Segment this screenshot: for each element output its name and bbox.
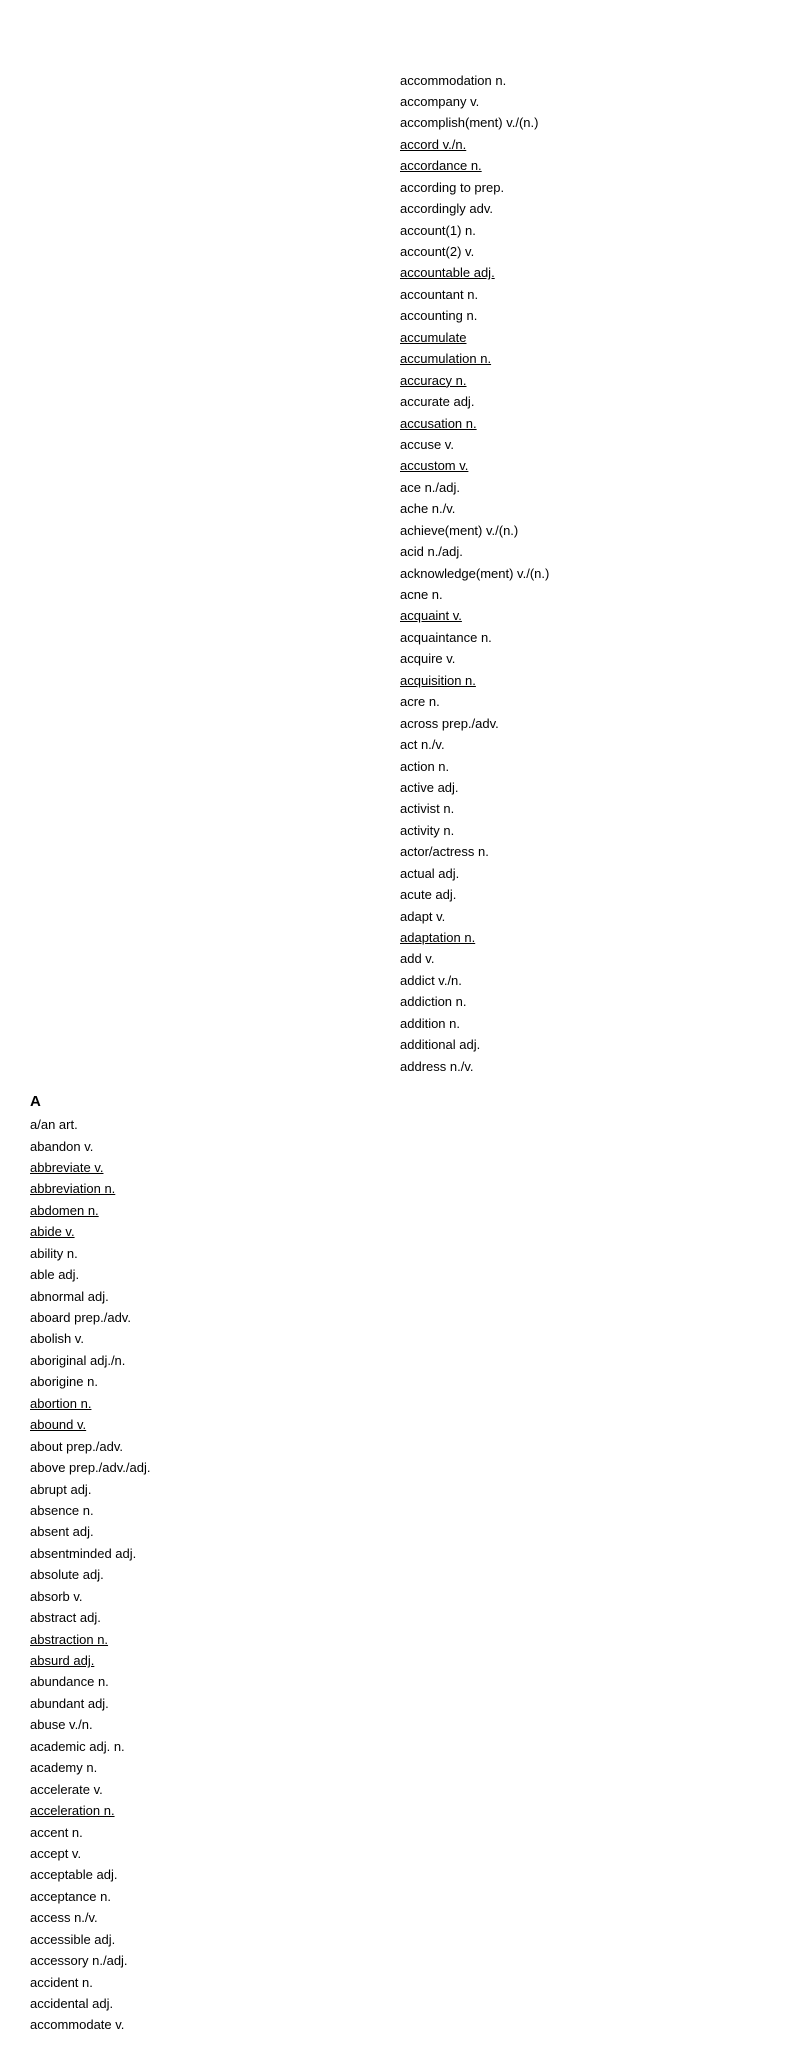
word-entry: abundance n. <box>30 1671 400 1692</box>
word-entry: acceleration n. <box>30 1800 400 1821</box>
word-entry: according to prep. <box>400 177 761 198</box>
word-entry: account(2) v. <box>400 241 761 262</box>
word-entry: accounting n. <box>400 305 761 326</box>
word-entry: acquire v. <box>400 648 761 669</box>
word-entry: accomplish(ment) v./(n.) <box>400 112 761 133</box>
word-entry: aborigine n. <box>30 1371 400 1392</box>
section-letter-a: A <box>30 1093 400 1110</box>
word-entry: aboriginal adj./n. <box>30 1350 400 1371</box>
word-entry: abbreviation n. <box>30 1178 400 1199</box>
word-entry: actor/actress n. <box>400 841 761 862</box>
word-entry: accusation n. <box>400 413 761 434</box>
word-entry: about prep./adv. <box>30 1436 400 1457</box>
left-words-list: a/an art.abandon v.abbreviate v.abbrevia… <box>30 1114 400 2036</box>
word-entry: abdomen n. <box>30 1200 400 1221</box>
description <box>30 34 710 54</box>
word-entry: achieve(ment) v./(n.) <box>400 520 761 541</box>
word-entry: accumulate <box>400 327 761 348</box>
word-entry: abandon v. <box>30 1136 400 1157</box>
word-entry: abnormal adj. <box>30 1286 400 1307</box>
word-entry: additional adj. <box>400 1034 761 1055</box>
word-entry: acknowledge(ment) v./(n.) <box>400 563 761 584</box>
word-entry: add v. <box>400 948 761 969</box>
word-entry: act n./v. <box>400 734 761 755</box>
word-entry: accountable adj. <box>400 262 761 283</box>
word-entry: academic adj. n. <box>30 1736 400 1757</box>
word-entry: accidental adj. <box>30 1993 400 2014</box>
word-entry: able adj. <box>30 1264 400 1285</box>
word-entry: absurd adj. <box>30 1650 400 1671</box>
word-entry: accurate adj. <box>400 391 761 412</box>
word-entry: accustom v. <box>400 455 761 476</box>
word-entry: acceptable adj. <box>30 1864 400 1885</box>
word-entry: activity n. <box>400 820 761 841</box>
word-entry: ability n. <box>30 1243 400 1264</box>
word-entry: acquaintance n. <box>400 627 761 648</box>
word-entry: accident n. <box>30 1972 400 1993</box>
word-entry: acquisition n. <box>400 670 761 691</box>
word-entry: abound v. <box>30 1414 400 1435</box>
word-entry: abstract adj. <box>30 1607 400 1628</box>
word-entry: acne n. <box>400 584 761 605</box>
word-entry: accent n. <box>30 1822 400 1843</box>
word-entry: accountant n. <box>400 284 761 305</box>
word-entry: accept v. <box>30 1843 400 1864</box>
word-entry: aboard prep./adv. <box>30 1307 400 1328</box>
word-entry: abbreviate v. <box>30 1157 400 1178</box>
word-entry: accordance n. <box>400 155 761 176</box>
word-entry: actual adj. <box>400 863 761 884</box>
word-entry: accessory n./adj. <box>30 1950 400 1971</box>
right-intro-column: accommodation n.accompany v.accomplish(m… <box>400 70 761 1078</box>
word-entry: absent adj. <box>30 1521 400 1542</box>
word-entry: abuse v./n. <box>30 1714 400 1735</box>
word-entry: accumulation n. <box>400 348 761 369</box>
word-entry: accelerate v. <box>30 1779 400 1800</box>
word-entry: accompany v. <box>400 91 761 112</box>
word-entry: accuse v. <box>400 434 761 455</box>
word-entry: ache n./v. <box>400 498 761 519</box>
word-entry: across prep./adv. <box>400 713 761 734</box>
word-entry: above prep./adv./adj. <box>30 1457 400 1478</box>
word-entry: a/an art. <box>30 1114 400 1135</box>
word-entry: acid n./adj. <box>400 541 761 562</box>
word-entry: accordingly adv. <box>400 198 761 219</box>
word-entry: addition n. <box>400 1013 761 1034</box>
word-entry: ace n./adj. <box>400 477 761 498</box>
word-entry: acceptance n. <box>30 1886 400 1907</box>
word-entry: absolute adj. <box>30 1564 400 1585</box>
word-entry: accuracy n. <box>400 370 761 391</box>
left-column: A a/an art.abandon v.abbreviate v.abbrev… <box>30 1085 400 2036</box>
word-entry: account(1) n. <box>400 220 761 241</box>
word-entry: adapt v. <box>400 906 761 927</box>
word-entry: acquaint v. <box>400 605 761 626</box>
word-entry: addict v./n. <box>400 970 761 991</box>
word-entry: addiction n. <box>400 991 761 1012</box>
word-entry: abrupt adj. <box>30 1479 400 1500</box>
word-entry: acute adj. <box>400 884 761 905</box>
word-entry: accommodate v. <box>30 2014 400 2035</box>
word-entry: accommodation n. <box>400 70 761 91</box>
word-entry: abortion n. <box>30 1393 400 1414</box>
word-entry: abundant adj. <box>30 1693 400 1714</box>
right-column <box>400 1085 761 2036</box>
word-entry: active adj. <box>400 777 761 798</box>
word-entry: acre n. <box>400 691 761 712</box>
word-entry: accessible adj. <box>30 1929 400 1950</box>
word-entry: absence n. <box>30 1500 400 1521</box>
word-entry: academy n. <box>30 1757 400 1778</box>
word-entry: absorb v. <box>30 1586 400 1607</box>
word-entry: access n./v. <box>30 1907 400 1928</box>
word-entry: abstraction n. <box>30 1629 400 1650</box>
word-entry: address n./v. <box>400 1056 761 1077</box>
word-entry: activist n. <box>400 798 761 819</box>
word-entry: abolish v. <box>30 1328 400 1349</box>
word-entry: accord v./n. <box>400 134 761 155</box>
word-entry: abide v. <box>30 1221 400 1242</box>
word-entry: action n. <box>400 756 761 777</box>
word-entry: adaptation n. <box>400 927 761 948</box>
word-entry: absentminded adj. <box>30 1543 400 1564</box>
